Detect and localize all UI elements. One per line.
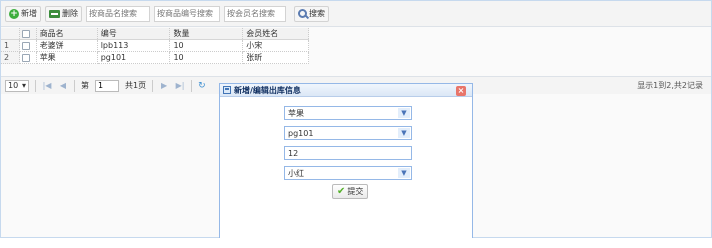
page-number-input[interactable] (95, 79, 119, 92)
product-select[interactable]: 苹果 ▼ (284, 106, 412, 120)
pager-divider (191, 79, 193, 92)
pager-divider (74, 79, 75, 92)
cell-qty: 10 (169, 39, 244, 52)
row-checkbox[interactable] (19, 39, 37, 52)
col-header-name[interactable]: 商品名 (36, 28, 98, 40)
quantity-value: 12 (288, 148, 299, 158)
window-icon (223, 86, 231, 94)
delete-button[interactable]: 删除 (45, 5, 82, 22)
check-icon: ✔ (337, 186, 346, 197)
next-page-icon[interactable]: ▶ (159, 81, 169, 90)
app-root: + 新增 删除 搜索 商品名 编号 数量 (0, 0, 712, 248)
cell-member: 小宋 (242, 39, 309, 52)
refresh-icon[interactable]: ↻ (198, 81, 206, 91)
search-name-input[interactable] (86, 5, 150, 22)
edit-dialog: 新增/编辑出库信息 × 苹果 ▼ pg101 ▼ 12 小红 ▼ ✔ 提交 (219, 83, 473, 239)
chevron-down-icon: ▾ (21, 81, 26, 90)
close-icon[interactable]: × (456, 86, 466, 96)
toolbar: + 新增 删除 搜索 (1, 1, 711, 27)
cell-code: pg101 (97, 51, 171, 64)
product-value: 苹果 (288, 108, 304, 118)
dialog-body: 苹果 ▼ pg101 ▼ 12 小红 ▼ ✔ 提交 (220, 97, 472, 239)
search-button[interactable]: 搜索 (294, 5, 329, 22)
page-prefix: 第 (81, 81, 89, 90)
submit-label: 提交 (347, 187, 364, 196)
plus-circle-icon: + (9, 8, 19, 19)
row-number: 1 (1, 39, 21, 52)
minus-icon (49, 9, 60, 18)
table-row[interactable]: 2 苹果 pg101 10 张昕 (1, 51, 309, 64)
table-row[interactable]: 1 老婆饼 lpb113 10 小宋 (1, 39, 309, 52)
magnifier-icon (298, 9, 307, 18)
col-header-qty[interactable]: 数量 (169, 28, 244, 40)
page-footer-space (0, 238, 712, 248)
col-header-code[interactable]: 编号 (97, 28, 171, 40)
search-code-input[interactable] (154, 5, 220, 22)
submit-button[interactable]: ✔ 提交 (332, 184, 369, 199)
cell-name: 苹果 (36, 51, 98, 64)
chevron-down-icon[interactable]: ▼ (398, 128, 410, 138)
search-member-input[interactable] (224, 5, 286, 22)
checkbox-icon (22, 41, 31, 50)
prev-page-icon[interactable]: ◀ (58, 81, 68, 90)
first-page-icon[interactable]: |◀ (42, 81, 52, 90)
add-label: 新增 (21, 9, 37, 18)
page-size-value: 10 (8, 81, 19, 90)
cell-member: 张昕 (242, 51, 309, 64)
table-header-row: 商品名 编号 数量 会员姓名 (1, 28, 309, 40)
data-table: 商品名 编号 数量 会员姓名 1 老婆饼 lpb113 10 小宋 2 苹果 p… (1, 28, 309, 64)
cell-qty: 10 (169, 51, 244, 64)
pager-info: 显示1到2,共2记录 (637, 81, 703, 90)
dialog-title: 新增/编辑出库信息 (234, 85, 301, 95)
add-button[interactable]: + 新增 (5, 5, 41, 22)
col-header-member[interactable]: 会员姓名 (242, 28, 309, 40)
code-select[interactable]: pg101 ▼ (284, 126, 412, 140)
pager-divider (35, 79, 36, 92)
rownum-header (1, 28, 21, 40)
quantity-input[interactable]: 12 (284, 146, 412, 160)
dialog-header: 新增/编辑出库信息 × (220, 84, 472, 97)
delete-label: 删除 (62, 9, 78, 18)
page-size-select[interactable]: 10 ▾ (5, 79, 29, 92)
code-value: pg101 (288, 128, 314, 138)
row-number: 2 (1, 51, 21, 64)
select-all-checkbox[interactable] (19, 28, 37, 40)
page-total: 共1页 (125, 81, 147, 90)
last-page-icon[interactable]: ▶| (175, 81, 185, 90)
search-label: 搜索 (309, 9, 325, 18)
chevron-down-icon[interactable]: ▼ (398, 108, 410, 118)
chevron-down-icon[interactable]: ▼ (398, 168, 410, 178)
cell-name: 老婆饼 (36, 39, 98, 52)
member-value: 小红 (288, 168, 304, 178)
cell-code: lpb113 (97, 39, 171, 52)
pager-divider (152, 79, 154, 92)
row-checkbox[interactable] (19, 51, 37, 64)
datagrid-panel: + 新增 删除 搜索 商品名 编号 数量 (0, 0, 712, 239)
checkbox-icon (22, 29, 31, 38)
member-select[interactable]: 小红 ▼ (284, 166, 412, 180)
checkbox-icon (22, 53, 31, 62)
